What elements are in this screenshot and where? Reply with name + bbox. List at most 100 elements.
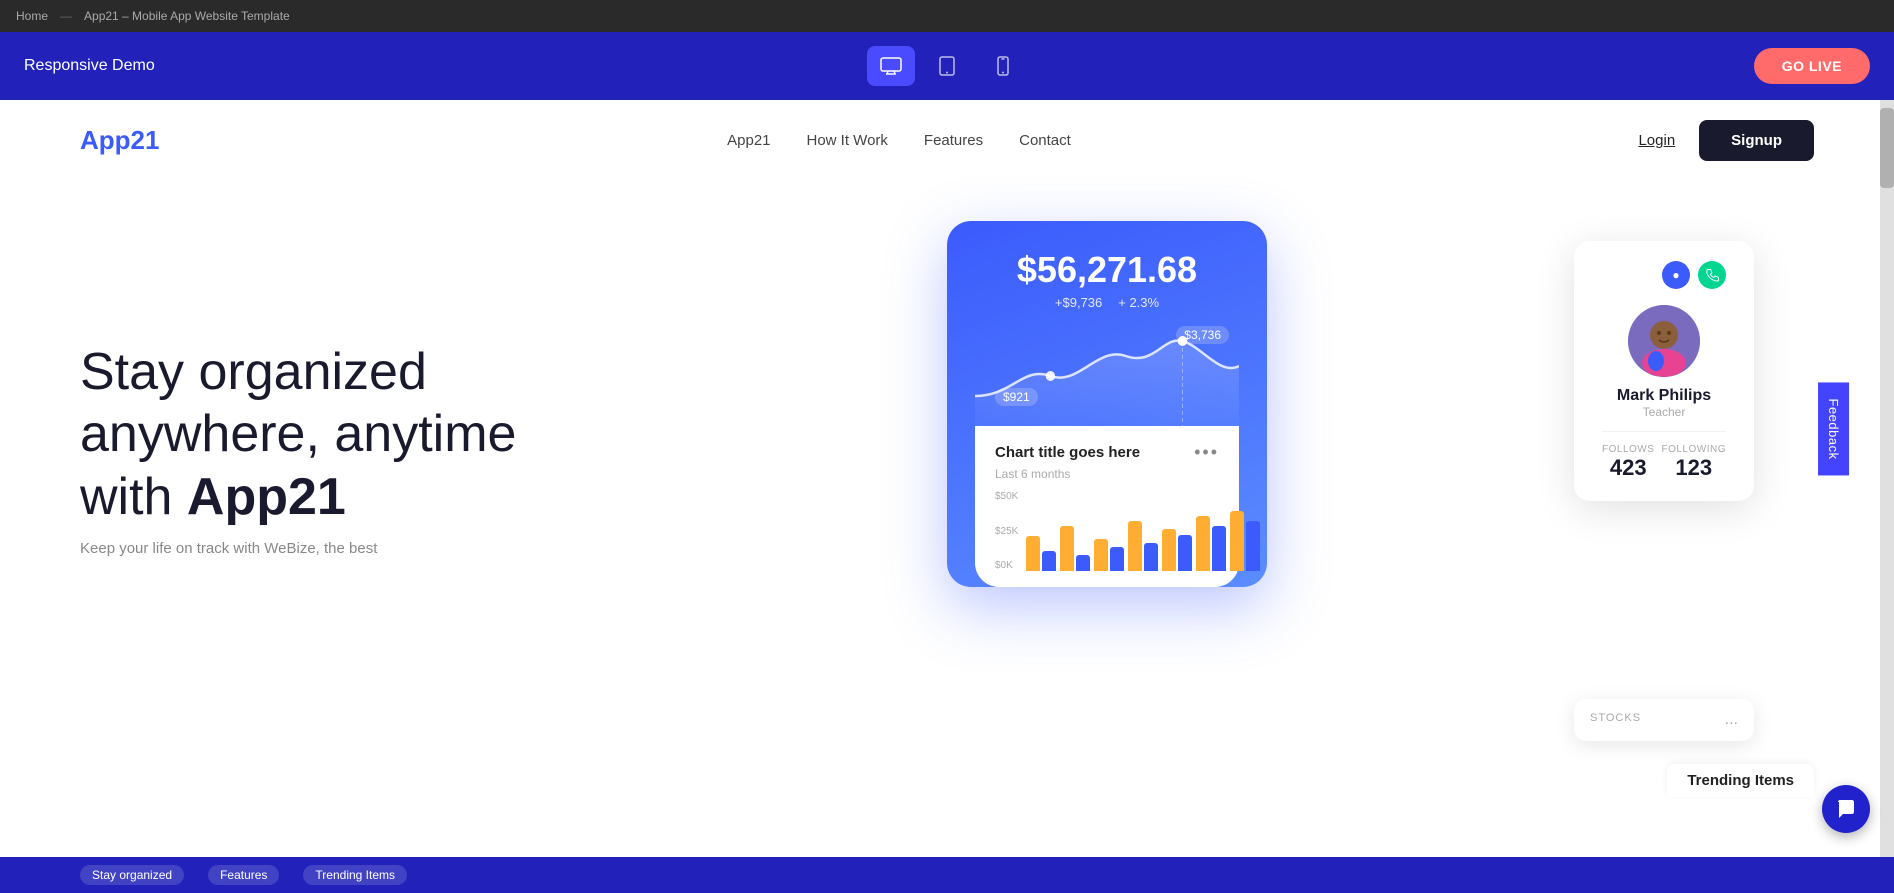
browser-page-title: App21 – Mobile App Website Template: [84, 9, 290, 23]
bottom-tag-1: Stay organized: [80, 865, 184, 885]
wave-point-low: $921: [995, 388, 1038, 406]
nav-link-features[interactable]: Features: [924, 132, 983, 149]
bar-blue-5: [1178, 535, 1192, 571]
bottom-bar: Stay organized Features Trending Items: [0, 857, 1894, 893]
bottom-tag-2: Features: [208, 865, 279, 885]
chart-stat-percent: + 2.3%: [1118, 295, 1159, 310]
hero-subtitle: Keep your life on track with WeBize, the…: [80, 540, 500, 557]
bar-orange-7: [1230, 511, 1244, 571]
builder-logo: Responsive Demo: [24, 57, 155, 75]
stocks-header: STOCKS ...: [1590, 711, 1738, 729]
trending-items-label: Trending Items: [1667, 764, 1814, 797]
avatar-svg: [1628, 305, 1700, 377]
scrollbar-thumb[interactable]: [1880, 108, 1894, 188]
bar-group-5: [1162, 529, 1192, 571]
browser-bar: Home — App21 – Mobile App Website Templa…: [0, 0, 1894, 32]
y-label-0k: $0K: [995, 560, 1018, 571]
nav-link-how-it-work[interactable]: How It Work: [807, 132, 888, 149]
bar-blue-1: [1042, 551, 1056, 571]
follows-stat: FOLLOWS 423: [1602, 444, 1654, 481]
device-switcher: [867, 46, 1027, 86]
bar-blue-7: [1246, 521, 1260, 571]
bar-orange-5: [1162, 529, 1176, 571]
trending-section: Trending Items: [0, 761, 1894, 797]
feedback-tab[interactable]: Feedback: [1818, 382, 1849, 475]
chart-amount: $56,271.68: [975, 249, 1239, 291]
bar-group-2: [1060, 526, 1090, 571]
bar-group-3: [1094, 539, 1124, 571]
y-axis-labels: $50K $25K $0K: [995, 491, 1018, 571]
bar-blue-2: [1076, 555, 1090, 571]
profile-stats: FOLLOWS 423 FOLLOWING 123: [1602, 431, 1726, 481]
chart-title-row: Chart title goes here •••: [995, 442, 1219, 463]
chart-wave: $3,736 $921: [975, 326, 1239, 426]
main-chart-card: $56,271.68 +$9,736 + 2.3% $3,736 $921: [947, 221, 1267, 587]
bottom-tag-3: Trending Items: [303, 865, 407, 885]
bar-group-6: [1196, 516, 1226, 571]
profile-icon-row: ●: [1602, 261, 1726, 289]
nav-link-app21[interactable]: App21: [727, 132, 770, 149]
following-stat: FOLLOWING 123: [1661, 444, 1726, 481]
scrollbar[interactable]: [1880, 100, 1894, 857]
browser-separator: —: [60, 9, 72, 23]
y-label-25k: $25K: [995, 526, 1018, 537]
phone-icon-dot: [1698, 261, 1726, 289]
nav-login-link[interactable]: Login: [1638, 132, 1675, 149]
bar-group-7: [1230, 511, 1260, 571]
builder-header: Responsive Demo GO LIVE: [0, 32, 1894, 100]
bar-chart-container: $50K $25K $0K: [995, 491, 1219, 571]
nav-auth: Login Signup: [1638, 120, 1814, 161]
nav-links: App21 How It Work Features Contact: [727, 132, 1071, 150]
chart-bottom: Chart title goes here ••• Last 6 months …: [975, 426, 1239, 587]
chart-more-dots[interactable]: •••: [1194, 442, 1219, 463]
bar-group-4: [1128, 521, 1158, 571]
profile-avatar: [1628, 305, 1700, 377]
bar-group-1: [1026, 536, 1056, 571]
wave-point-high: $3,736: [1176, 326, 1229, 344]
go-live-button[interactable]: GO LIVE: [1754, 48, 1870, 84]
following-count: 123: [1661, 455, 1726, 481]
profile-role: Teacher: [1602, 405, 1726, 419]
hero-visuals: $56,271.68 +$9,736 + 2.3% $3,736 $921: [947, 201, 1814, 761]
stocks-card: STOCKS ...: [1574, 699, 1754, 741]
site-navigation: App21 App21 How It Work Features Contact…: [0, 100, 1894, 181]
chart-title-text: Chart title goes here: [995, 444, 1140, 461]
bar-blue-3: [1110, 547, 1124, 571]
desktop-device-button[interactable]: [867, 46, 915, 86]
bar-blue-4: [1144, 543, 1158, 571]
bar-orange-4: [1128, 521, 1142, 571]
hero-title: Stay organized anywhere, anytime with Ap…: [80, 341, 600, 528]
following-label: FOLLOWING: [1661, 444, 1726, 455]
y-label-50k: $50K: [995, 491, 1018, 502]
bar-blue-6: [1212, 526, 1226, 571]
main-content: App21 App21 How It Work Features Contact…: [0, 100, 1894, 857]
bar-orange-2: [1060, 526, 1074, 571]
profile-name: Mark Philips: [1602, 387, 1726, 405]
stocks-title: STOCKS: [1590, 712, 1641, 724]
logo-text-highlight: 21: [131, 125, 160, 155]
site-logo: App21: [80, 125, 159, 156]
nav-signup-button[interactable]: Signup: [1699, 120, 1814, 161]
chart-subtitle: Last 6 months: [995, 467, 1219, 481]
tablet-device-button[interactable]: [923, 46, 971, 86]
follows-count: 423: [1602, 455, 1654, 481]
profile-card: ●: [1574, 241, 1754, 501]
notification-icon-dot: ●: [1662, 261, 1690, 289]
logo-text-first: App: [80, 125, 131, 155]
chat-icon: [1835, 798, 1857, 820]
nav-link-contact[interactable]: Contact: [1019, 132, 1071, 149]
browser-home-link[interactable]: Home: [16, 9, 48, 23]
chart-stats: +$9,736 + 2.3%: [975, 295, 1239, 310]
bar-orange-6: [1196, 516, 1210, 571]
stocks-more-dots[interactable]: ...: [1725, 711, 1738, 729]
follows-label: FOLLOWS: [1602, 444, 1654, 455]
hero-section: Stay organized anywhere, anytime with Ap…: [0, 181, 1894, 761]
phone-icon: [1705, 268, 1719, 282]
mobile-device-button[interactable]: [979, 46, 1027, 86]
bar-orange-3: [1094, 539, 1108, 571]
chart-stat-dollars: +$9,736: [1055, 295, 1102, 310]
bar-orange-1: [1026, 536, 1040, 571]
bar-chart: [1026, 491, 1260, 571]
hero-text: Stay organized anywhere, anytime with Ap…: [80, 201, 947, 761]
chat-button[interactable]: [1822, 785, 1870, 833]
